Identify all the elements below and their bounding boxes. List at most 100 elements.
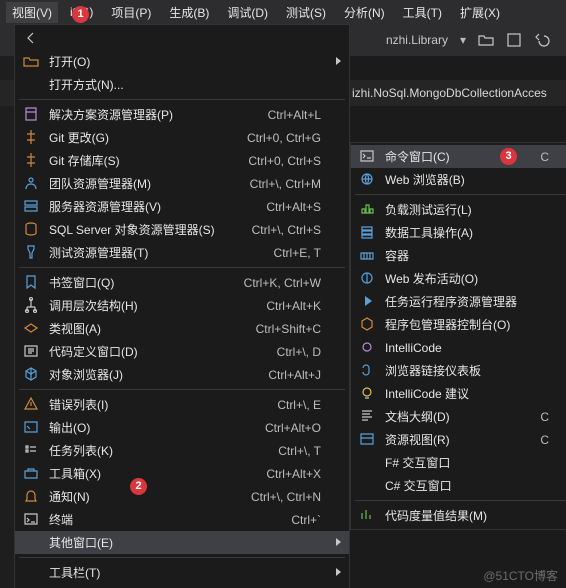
submenu-arrow-icon bbox=[336, 538, 341, 546]
menu-item-shortcut: Ctrl+Alt+K bbox=[266, 299, 321, 313]
menu-item-server-explorer[interactable]: 服务器资源管理器(V)Ctrl+Alt+S bbox=[15, 195, 349, 218]
menu-item-resource-view[interactable]: 资源视图(R)C bbox=[351, 428, 566, 451]
menu-item-label: 测试资源管理器(T) bbox=[49, 244, 274, 261]
menu-item-label: Git 存储库(S) bbox=[49, 152, 248, 169]
menu-item-error-list[interactable]: 错误列表(I)Ctrl+\, E bbox=[15, 393, 349, 416]
menu-item-browser-link[interactable]: 浏览器链接仪表板 bbox=[351, 359, 566, 382]
menu-separator bbox=[355, 500, 566, 501]
menu-item-code-metrics[interactable]: 代码度量值结果(M) bbox=[351, 504, 566, 527]
menu-item-label: C# 交互窗口 bbox=[385, 477, 549, 494]
menu-item-containers[interactable]: 容器 bbox=[351, 244, 566, 267]
submenu-arrow-icon bbox=[336, 57, 341, 65]
menu-item-label: 错误列表(I) bbox=[49, 396, 277, 413]
menu-item-shortcut: Ctrl+0, Ctrl+S bbox=[248, 154, 321, 168]
menu-item-team-explorer[interactable]: 团队资源管理器(M)Ctrl+\, Ctrl+M bbox=[15, 172, 349, 195]
menu-item-toolbars[interactable]: 工具栏(T) bbox=[15, 561, 349, 584]
menu-item-code-def[interactable]: 代码定义窗口(D)Ctrl+\, D bbox=[15, 340, 349, 363]
menu-item-git-changes[interactable]: Git 更改(G)Ctrl+0, Ctrl+G bbox=[15, 126, 349, 149]
menu-item-shortcut: Ctrl+\, Ctrl+N bbox=[251, 490, 321, 504]
menu-item-sql-explorer[interactable]: SQL Server 对象资源管理器(S)Ctrl+\, Ctrl+S bbox=[15, 218, 349, 241]
menu-item-fullscreen[interactable]: 全屏幕(U)Shift+Alt+Enter bbox=[15, 584, 349, 588]
annotation-badge-2: 2 bbox=[130, 478, 147, 495]
git-icon bbox=[23, 152, 39, 168]
menu-debug[interactable]: 调试(D) bbox=[221, 2, 274, 23]
menu-item-label: 解决方案资源管理器(P) bbox=[49, 106, 268, 123]
menu-view[interactable]: 视图(V) bbox=[6, 2, 58, 23]
menu-item-open[interactable]: 打开(O) bbox=[15, 50, 349, 73]
menu-item-solution-explorer[interactable]: 解决方案资源管理器(P)Ctrl+Alt+L bbox=[15, 103, 349, 126]
menu-item-git-repo[interactable]: Git 存储库(S)Ctrl+0, Ctrl+S bbox=[15, 149, 349, 172]
menu-item-pkg-console[interactable]: 程序包管理器控制台(O) bbox=[351, 313, 566, 336]
menu-item-call-hierarchy[interactable]: 调用层次结构(H)Ctrl+Alt+K bbox=[15, 294, 349, 317]
menu-item-open-with[interactable]: 打开方式(N)... bbox=[15, 73, 349, 96]
menu-extensions[interactable]: 扩展(X) bbox=[454, 2, 506, 23]
menu-item-intellicode-suggest[interactable]: IntelliCode 建议 bbox=[351, 382, 566, 405]
object-icon bbox=[23, 366, 39, 382]
menu-item-label: 任务运行程序资源管理器 bbox=[385, 293, 549, 310]
menu-analyze[interactable]: 分析(N) bbox=[338, 2, 391, 23]
menu-separator bbox=[19, 267, 345, 268]
menu-item-label: F# 交互窗口 bbox=[385, 454, 549, 471]
menu-item-shortcut: C bbox=[540, 410, 549, 424]
menu-item-label: 工具箱(X) bbox=[49, 465, 266, 482]
menu-item-load-test-run[interactable]: 负载测试运行(L) bbox=[351, 198, 566, 221]
menu-item-nav-back bbox=[15, 27, 349, 50]
menu-item-csharp-interactive[interactable]: C# 交互窗口 bbox=[351, 474, 566, 497]
menu-tools[interactable]: 工具(T) bbox=[397, 2, 448, 23]
menu-item-shortcut: Ctrl+\, E bbox=[277, 398, 321, 412]
arrow-left-icon bbox=[23, 30, 39, 46]
menu-item-task-runner[interactable]: 任务运行程序资源管理器 bbox=[351, 290, 566, 313]
save-icon[interactable] bbox=[506, 32, 522, 48]
menu-item-test-explorer[interactable]: 测试资源管理器(T)Ctrl+E, T bbox=[15, 241, 349, 264]
menu-item-label: 资源视图(R) bbox=[385, 431, 540, 448]
menu-item-terminal[interactable]: 终端Ctrl+` bbox=[15, 508, 349, 531]
datatools-icon bbox=[359, 224, 375, 240]
menu-item-web-publish[interactable]: Web 发布活动(O) bbox=[351, 267, 566, 290]
menu-item-fsharp-interactive[interactable]: F# 交互窗口 bbox=[351, 451, 566, 474]
menu-item-object-browser[interactable]: 对象浏览器(J)Ctrl+Alt+J bbox=[15, 363, 349, 386]
menu-item-label: Web 发布活动(O) bbox=[385, 270, 549, 287]
menu-item-doc-outline[interactable]: 文档大纲(D)C bbox=[351, 405, 566, 428]
undo-icon[interactable] bbox=[534, 32, 550, 48]
menu-item-other-windows[interactable]: 其他窗口(E) bbox=[15, 531, 349, 554]
menu-item-task-list[interactable]: 任务列表(K)Ctrl+\, T bbox=[15, 439, 349, 462]
menu-item-shortcut: Ctrl+Shift+C bbox=[256, 322, 321, 336]
menu-item-label: 浏览器链接仪表板 bbox=[385, 362, 549, 379]
menu-item-label: 程序包管理器控制台(O) bbox=[385, 316, 549, 333]
menu-item-label: Web 浏览器(B) bbox=[385, 171, 549, 188]
menu-item-web-browser[interactable]: Web 浏览器(B) bbox=[351, 168, 566, 191]
menu-test[interactable]: 测试(S) bbox=[280, 2, 332, 23]
menu-item-label: 容器 bbox=[385, 247, 549, 264]
output-icon bbox=[23, 419, 39, 435]
menu-item-output[interactable]: 输出(O)Ctrl+Alt+O bbox=[15, 416, 349, 439]
menu-item-shortcut: Ctrl+` bbox=[291, 513, 321, 527]
menu-item-label: 代码定义窗口(D) bbox=[49, 343, 277, 360]
menu-project[interactable]: 项目(P) bbox=[105, 2, 157, 23]
menu-build[interactable]: 生成(B) bbox=[163, 2, 215, 23]
menu-item-class-view[interactable]: 类视图(A)Ctrl+Shift+C bbox=[15, 317, 349, 340]
menu-item-shortcut: C bbox=[540, 150, 549, 164]
intelli-icon bbox=[359, 339, 375, 355]
load-icon bbox=[359, 201, 375, 217]
menu-item-shortcut: Ctrl+\, D bbox=[277, 345, 321, 359]
menu-item-shortcut: Ctrl+Alt+O bbox=[265, 421, 321, 435]
browserlink-icon bbox=[359, 362, 375, 378]
menu-item-label: 打开(O) bbox=[49, 53, 321, 70]
view-dropdown-menu: 打开(O)打开方式(N)...解决方案资源管理器(P)Ctrl+Alt+LGit… bbox=[14, 24, 350, 588]
menu-item-label: 调用层次结构(H) bbox=[49, 297, 266, 314]
folder-open-icon[interactable] bbox=[478, 32, 494, 48]
menu-item-notifications[interactable]: 通知(N)Ctrl+\, Ctrl+N bbox=[15, 485, 349, 508]
git-icon bbox=[23, 129, 39, 145]
menu-item-command-window[interactable]: 命令窗口(C)C bbox=[351, 145, 566, 168]
menu-item-intellicode[interactable]: IntelliCode bbox=[351, 336, 566, 359]
toolbox-icon bbox=[23, 465, 39, 481]
menu-item-label: 数据工具操作(A) bbox=[385, 224, 549, 241]
class-icon bbox=[23, 320, 39, 336]
menu-item-data-tools[interactable]: 数据工具操作(A) bbox=[351, 221, 566, 244]
menu-item-toolbox[interactable]: 工具箱(X)Ctrl+Alt+X bbox=[15, 462, 349, 485]
menu-item-shortcut: Ctrl+Alt+X bbox=[266, 467, 321, 481]
bookmark-icon bbox=[23, 274, 39, 290]
menu-item-shortcut: Ctrl+E, T bbox=[274, 246, 321, 260]
editor-tab[interactable]: izhi.NoSql.MongoDbCollectionAcces bbox=[352, 86, 547, 100]
menu-item-bookmark-window[interactable]: 书签窗口(Q)Ctrl+K, Ctrl+W bbox=[15, 271, 349, 294]
